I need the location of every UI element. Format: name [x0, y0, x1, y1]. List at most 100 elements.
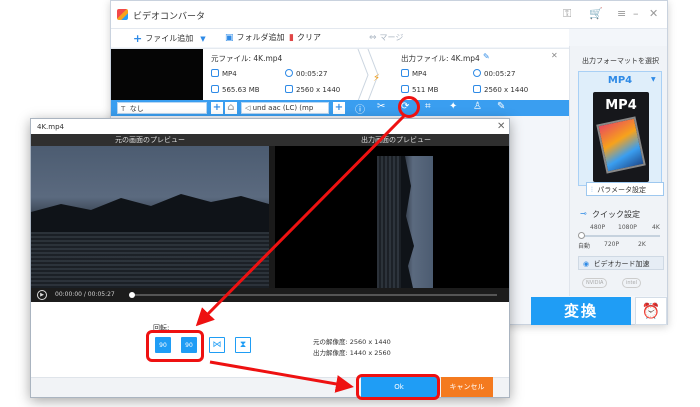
output-file-label: 出力ファイル: 4K.mp4 [401, 54, 480, 63]
add-folder-button[interactable]: ▣ フォルダ追加 [225, 32, 285, 43]
subtitle-select[interactable]: T なし [117, 102, 207, 114]
source-format: MP4 [222, 70, 237, 78]
cancel-button[interactable]: キャンセル [441, 377, 493, 397]
remove-file-icon[interactable]: ✕ [551, 51, 558, 60]
close-icon[interactable]: ✕ [649, 7, 658, 20]
flip-horizontal-icon[interactable]: ⋈ [209, 337, 225, 353]
close-icon[interactable]: ✕ [497, 121, 505, 132]
info-icon[interactable]: ⓘ [355, 101, 365, 116]
seek-handle[interactable] [129, 292, 135, 298]
alarm-clock-icon[interactable]: ⏰ [635, 297, 667, 325]
app-title: ビデオコンバータ [133, 12, 206, 22]
merge-label: マージ [379, 33, 404, 42]
quality-tick-480p: 480P [590, 224, 606, 231]
edit-toolbar: T なし + ⌂ ◁ und aac (LC) (mp + ⓘ ✂ ⟳ ⌗ ✦ … [111, 100, 569, 116]
add-file-label: ファイル追加 [145, 34, 194, 43]
gpu-acceleration-toggle[interactable]: ◉ ビデオカード加速 [578, 256, 664, 270]
add-file-button[interactable]: + ファイル追加 ▼ [133, 32, 206, 45]
quality-tick-2k: 2K [638, 241, 646, 248]
output-size: 511 MB [412, 86, 439, 94]
add-audio-button[interactable]: + [333, 102, 345, 114]
add-subtitle-button[interactable]: + [211, 102, 223, 114]
resolution-icon [473, 85, 481, 93]
gpu-acceleration-label: ビデオカード加速 [593, 260, 650, 268]
seek-bar[interactable] [131, 294, 497, 296]
cut-icon[interactable]: ✂ [377, 101, 385, 112]
audio-track-value: und aac (LC) (mp [252, 104, 314, 112]
rotate-tool-highlight [398, 96, 420, 118]
edit-icon[interactable]: ✎ [497, 101, 505, 112]
intel-logo: intel [622, 278, 641, 288]
nvidia-logo: NVIDIA [582, 278, 608, 288]
rice-field-image [31, 232, 269, 288]
clock-icon [473, 69, 481, 77]
output-resolution: 出力解像度: 1440 x 2560 [313, 349, 391, 357]
minimize-icon[interactable]: – [633, 7, 639, 20]
resolution-icon [285, 85, 293, 93]
merge-button[interactable]: ⇔ マージ [369, 32, 403, 43]
select-format-label: 出力フォーマットを選択 [582, 57, 659, 65]
format-dropdown-icon[interactable]: ▼ [651, 76, 656, 83]
dropdown-arrow-icon[interactable]: ▼ [200, 35, 205, 43]
format-icon [211, 69, 219, 77]
main-toolbar: + ファイル追加 ▼ ▣ フォルダ追加 ▮ クリア ⇔ マージ [111, 29, 569, 47]
format-icon [401, 69, 409, 77]
add-folder-label: フォルダ追加 [236, 33, 285, 42]
quality-tick-720p: 720P [604, 241, 620, 248]
plus-icon: + [133, 32, 143, 45]
flip-vertical-icon[interactable]: ⧗ [235, 337, 251, 353]
playback-time: 00:00:00 / 00:05:27 [55, 291, 115, 298]
folder-icon: ▣ [225, 32, 234, 43]
cart-icon[interactable]: 🛒 [589, 7, 603, 20]
gpu-icon: ◉ [583, 260, 590, 268]
film-reel-image [596, 116, 646, 174]
rotated-preview-image [377, 156, 433, 288]
resolution-info: 元の解像度: 2560 x 1440 出力解像度: 1440 x 2560 [313, 337, 391, 359]
menu-icon[interactable]: ≡ [617, 7, 626, 20]
source-duration: 00:05:27 [296, 70, 328, 78]
app-logo-icon [117, 9, 128, 20]
quality-tick-auto: 自動 [578, 243, 591, 250]
clear-button[interactable]: ▮ クリア [289, 32, 321, 43]
format-selector[interactable]: MP4 ▼ MP4 [578, 71, 662, 186]
parameter-settings-button[interactable]: ⫶ パラメータ設定 [586, 182, 664, 196]
clock-icon [285, 69, 293, 77]
audio-track-select[interactable]: ◁ und aac (LC) (mp [241, 102, 329, 114]
quick-settings-label: クイック設定 [592, 210, 640, 219]
output-format: MP4 [412, 70, 427, 78]
key-icon[interactable]: ⚿ [563, 7, 571, 21]
rotate-buttons-highlight [146, 330, 204, 362]
video-thumbnail[interactable] [111, 49, 203, 101]
convert-button[interactable]: 変換 [531, 297, 631, 325]
subtitle-value: なし [129, 105, 144, 113]
effect-icon[interactable]: ✦ [449, 101, 457, 112]
source-file-label: 元ファイル: 4K.mp4 [211, 54, 283, 63]
quality-slider-track[interactable] [580, 235, 660, 237]
rotated-rice-field [377, 156, 401, 288]
flash-icon: ⚡ [373, 73, 381, 84]
audio-icon: ◁ [245, 104, 251, 112]
player-bar: ▶ 00:00:00 / 00:05:27 [31, 288, 509, 302]
ok-button-highlight [356, 374, 440, 400]
file-size-icon [211, 85, 219, 93]
sliders-icon: ⫶ [591, 186, 593, 194]
quality-slider-handle[interactable] [578, 232, 585, 239]
source-size: 565.63 MB [222, 86, 260, 94]
watermark-icon[interactable]: ♙ [473, 101, 482, 112]
output-preview-title: 出力画面のプレビュー [361, 136, 431, 144]
quick-settings-icon: ⊸ [580, 209, 587, 218]
original-preview-title: 元の画面のプレビュー [115, 136, 185, 144]
play-icon[interactable]: ▶ [37, 290, 47, 300]
original-preview [31, 146, 269, 288]
subtitle-settings-button[interactable]: ⌂ [225, 102, 237, 114]
crop-icon[interactable]: ⌗ [425, 101, 431, 112]
output-duration: 00:05:27 [484, 70, 516, 78]
trash-icon: ▮ [289, 32, 294, 43]
parameter-settings-label: パラメータ設定 [597, 186, 646, 194]
rotate-dialog: 4K.mp4 ✕ 元の画面のプレビュー 出力画面のプレビュー ▶ 00:00:0… [30, 118, 510, 398]
gpu-brands: NVIDIA intel [578, 278, 662, 290]
preview-header: 元の画面のプレビュー 出力画面のプレビュー [31, 134, 509, 146]
dialog-title: 4K.mp4 [37, 123, 64, 131]
edit-name-icon[interactable]: ✎ [483, 52, 490, 61]
source-resolution: 2560 x 1440 [296, 86, 341, 94]
